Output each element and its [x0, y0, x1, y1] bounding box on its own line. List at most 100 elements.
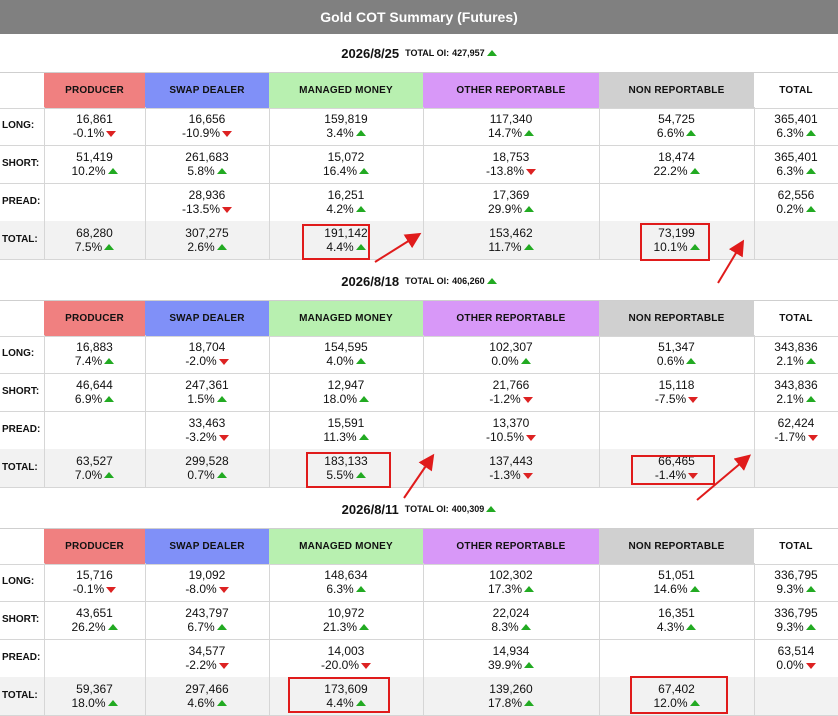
triangle-up-icon — [104, 472, 115, 478]
row-label-short: SHORT: — [2, 158, 40, 169]
column-header-nonrep: NON REPORTABLE — [599, 73, 754, 108]
change-percent: 0.6% — [656, 354, 685, 368]
position-value: 159,819 — [324, 112, 368, 126]
cell-producer: 43,651 26.2% — [44, 601, 145, 639]
position-value: 19,092 — [188, 568, 226, 582]
total-oi-value: 406,260 — [452, 276, 485, 286]
change-line: -1.3% — [489, 468, 533, 482]
triangle-up-icon — [524, 662, 535, 668]
change-line: 14.6% — [653, 582, 700, 596]
change-line: 4.0% — [326, 354, 366, 368]
header-row: PRODUCER SWAP DEALER MANAGED MONEY OTHER RE… — [0, 528, 838, 565]
highlight-box — [306, 452, 391, 488]
change-percent: 0.2% — [776, 202, 804, 216]
change-percent: 4.6% — [187, 696, 215, 710]
table-row-spread: PREAD: 34,577 -2.2% 14,003 -20.0% 14,934 39.9%… — [0, 639, 838, 678]
column-header-producer: PRODUCER — [44, 301, 145, 336]
cell-total — [754, 449, 838, 487]
triangle-up-icon — [689, 168, 700, 174]
cell-managed: 148,634 6.3% — [269, 563, 423, 601]
change-line: -8.0% — [185, 582, 229, 596]
change-line: 29.9% — [488, 202, 535, 216]
triangle-up-icon — [520, 358, 531, 364]
position-value: 148,634 — [324, 568, 368, 582]
cell-swap: 297,466 4.6% — [145, 677, 269, 715]
position-value: 33,463 — [188, 416, 226, 430]
highlight-box — [640, 223, 710, 261]
change-line: 1.5% — [187, 392, 227, 406]
cell-other: 18,753 -13.8% — [423, 145, 599, 183]
cell-swap: 19,092 -8.0% — [145, 563, 269, 601]
cell-swap: 261,683 5.8% — [145, 145, 269, 183]
highlight-box — [631, 455, 715, 485]
triangle-down-icon — [522, 397, 533, 403]
table-row-long: LONG: 16,861 -0.1% 16,656 -10.9% 159,819 3.4% 1… — [0, 107, 838, 146]
change-line: 6.7% — [187, 620, 227, 634]
change-percent: -3.2% — [185, 430, 217, 444]
change-line: 39.9% — [488, 658, 535, 672]
change-line: 2.6% — [187, 240, 227, 254]
position-value: 247,361 — [185, 378, 229, 392]
position-value: 63,527 — [76, 454, 113, 468]
triangle-up-icon — [486, 278, 497, 284]
date-row: 2026/8/25 TOTAL OI: 427,957 — [0, 34, 838, 72]
position-value: 46,644 — [76, 378, 113, 392]
triangle-up-icon — [805, 586, 816, 592]
cell-other: 22,024 8.3% — [423, 601, 599, 639]
triangle-up-icon — [689, 586, 700, 592]
change-line: 7.0% — [75, 468, 115, 482]
week-block: 2026/8/18 TOTAL OI: 406,260 PRODUCER SWAP DE… — [0, 262, 838, 488]
position-value: 15,072 — [327, 150, 365, 164]
change-line: 6.3% — [326, 582, 366, 596]
position-value: 343,836 — [774, 378, 818, 392]
cell-producer — [44, 639, 145, 677]
change-percent: 4.0% — [326, 354, 354, 368]
week-block: 2026/8/25 TOTAL OI: 427,957 PRODUCER SWAP DE… — [0, 34, 838, 260]
cell-managed: 15,591 11.3% — [269, 411, 423, 449]
column-header-other: OTHER REPORTABLE — [423, 73, 599, 108]
position-value: 102,302 — [489, 568, 533, 582]
change-percent: 6.7% — [187, 620, 215, 634]
cell-swap: 16,656 -10.9% — [145, 107, 269, 145]
table-row-spread: PREAD: 33,463 -3.2% 15,591 11.3% 13,370 -10.5%… — [0, 411, 838, 450]
change-percent: -7.5% — [654, 392, 687, 406]
position-value: 117,340 — [489, 112, 533, 126]
position-value: 28,936 — [188, 188, 226, 202]
triangle-up-icon — [359, 168, 370, 174]
cell-swap: 243,797 6.7% — [145, 601, 269, 639]
change-percent: 9.3% — [776, 620, 804, 634]
change-line: 22.2% — [653, 164, 700, 178]
cell-nonrep — [599, 639, 754, 677]
position-value: 243,797 — [185, 606, 229, 620]
change-line: -2.0% — [185, 354, 229, 368]
position-value: 54,725 — [658, 112, 695, 126]
cell-swap: 307,275 2.6% — [145, 221, 269, 259]
cell-total: 343,836 2.1% — [754, 335, 838, 373]
triangle-up-icon — [523, 244, 534, 250]
position-value: 14,934 — [492, 644, 530, 658]
column-header-nonrep: NON REPORTABLE — [599, 529, 754, 564]
column-header-managed: MANAGED MONEY — [269, 301, 423, 336]
triangle-down-icon — [526, 169, 537, 175]
total-oi-value: 400,309 — [451, 504, 485, 514]
cell-managed: 154,595 4.0% — [269, 335, 423, 373]
position-value: 16,883 — [76, 340, 113, 354]
change-percent: 0.0% — [776, 658, 804, 672]
triangle-up-icon — [216, 700, 227, 706]
cell-producer — [44, 183, 145, 221]
row-label-total: TOTAL: — [2, 690, 38, 701]
change-line: 6.3% — [776, 164, 816, 178]
cell-producer: 16,861 -0.1% — [44, 107, 145, 145]
position-value: 261,683 — [185, 150, 229, 164]
total-oi-value: 427,957 — [452, 48, 485, 58]
report-date: 2026/8/11 — [341, 501, 399, 517]
triangle-down-icon — [526, 435, 537, 441]
position-value: 15,591 — [327, 416, 365, 430]
triangle-up-icon — [524, 206, 535, 212]
cell-other: 139,260 17.8% — [423, 677, 599, 715]
position-value: 15,716 — [76, 568, 113, 582]
row-label-long: LONG: — [2, 576, 35, 587]
column-header-other: OTHER REPORTABLE — [423, 301, 599, 336]
change-percent: 22.2% — [653, 164, 688, 178]
cell-swap: 33,463 -3.2% — [145, 411, 269, 449]
